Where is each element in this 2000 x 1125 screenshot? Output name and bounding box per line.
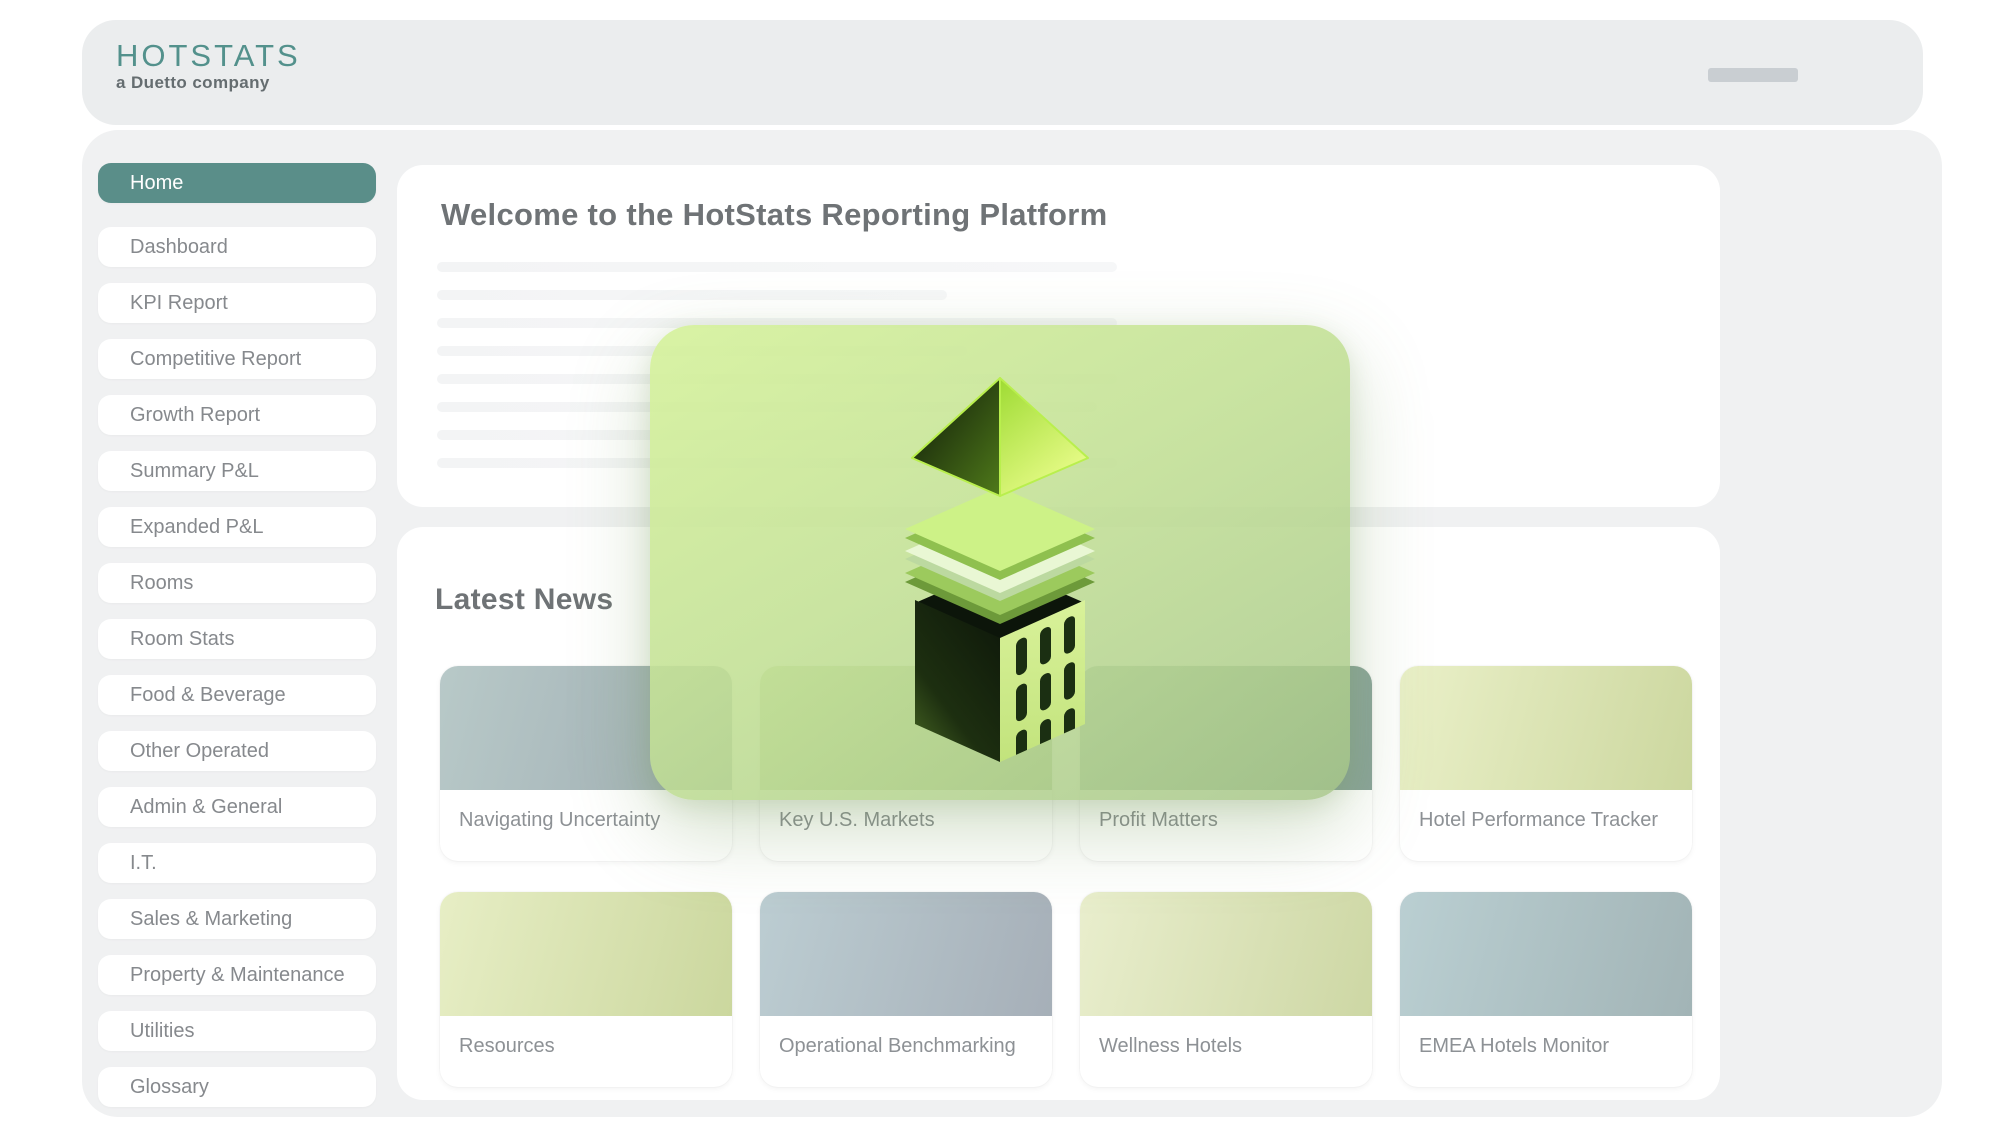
sidebar-item-dashboard[interactable]: Dashboard — [98, 227, 376, 267]
sidebar-item-sales-marketing[interactable]: Sales & Marketing — [98, 899, 376, 939]
news-card-resources[interactable]: Resources — [440, 892, 732, 1087]
skeleton-line — [437, 262, 1117, 272]
skeleton-line — [437, 290, 947, 300]
sidebar-item-home[interactable]: Home — [98, 163, 376, 203]
loading-overlay — [650, 325, 1350, 800]
sidebar-item-expanded-pl[interactable]: Expanded P&L — [98, 507, 376, 547]
news-thumbnail — [1400, 666, 1692, 790]
sidebar-item-other-operated[interactable]: Other Operated — [98, 731, 376, 771]
sidebar-item-room-stats[interactable]: Room Stats — [98, 619, 376, 659]
news-card-label: EMEA Hotels Monitor — [1400, 1016, 1692, 1058]
hotstats-logo: HOTSTATS a Duetto company — [116, 40, 301, 91]
sidebar-item-summary-pl[interactable]: Summary P&L — [98, 451, 376, 491]
sidebar-item-it[interactable]: I.T. — [98, 843, 376, 883]
sidebar-item-competitive-report[interactable]: Competitive Report — [98, 339, 376, 379]
news-card-hotel-performance-tracker[interactable]: Hotel Performance Tracker — [1400, 666, 1692, 861]
news-card-emea-hotels-monitor[interactable]: EMEA Hotels Monitor — [1400, 892, 1692, 1087]
sidebar-item-property-maintenance[interactable]: Property & Maintenance — [98, 955, 376, 995]
latest-news-title: Latest News — [435, 583, 613, 617]
sidebar: Home Dashboard KPI Report Competitive Re… — [98, 163, 376, 1117]
news-thumbnail — [440, 892, 732, 1016]
news-card-label: Hotel Performance Tracker — [1400, 790, 1692, 832]
news-thumbnail — [760, 892, 1052, 1016]
hotstats-app: HOTSTATS a Duetto company Home Dashboard… — [0, 0, 2000, 1125]
sidebar-item-growth-report[interactable]: Growth Report — [98, 395, 376, 435]
news-thumbnail — [1080, 892, 1372, 1016]
header-placeholder-bar — [1708, 68, 1798, 82]
news-card-label: Operational Benchmarking — [760, 1016, 1052, 1058]
header-bar: HOTSTATS a Duetto company — [82, 20, 1923, 125]
page-title: Welcome to the HotStats Reporting Platfo… — [441, 197, 1108, 233]
news-card-operational-benchmarking[interactable]: Operational Benchmarking — [760, 892, 1052, 1087]
building-illustration-icon — [890, 370, 1110, 770]
sidebar-item-admin-general[interactable]: Admin & General — [98, 787, 376, 827]
sidebar-item-food-beverage[interactable]: Food & Beverage — [98, 675, 376, 715]
news-card-label: Wellness Hotels — [1080, 1016, 1372, 1058]
sidebar-item-kpi-report[interactable]: KPI Report — [98, 283, 376, 323]
news-thumbnail — [1400, 892, 1692, 1016]
news-card-label: Resources — [440, 1016, 732, 1058]
pyramid — [912, 378, 1088, 496]
brand-tagline: a Duetto company — [116, 74, 301, 91]
sidebar-item-utilities[interactable]: Utilities — [98, 1011, 376, 1051]
news-card-wellness-hotels[interactable]: Wellness Hotels — [1080, 892, 1372, 1087]
sidebar-item-rooms[interactable]: Rooms — [98, 563, 376, 603]
brand-name: HOTSTATS — [116, 40, 301, 71]
sidebar-item-glossary[interactable]: Glossary — [98, 1067, 376, 1107]
